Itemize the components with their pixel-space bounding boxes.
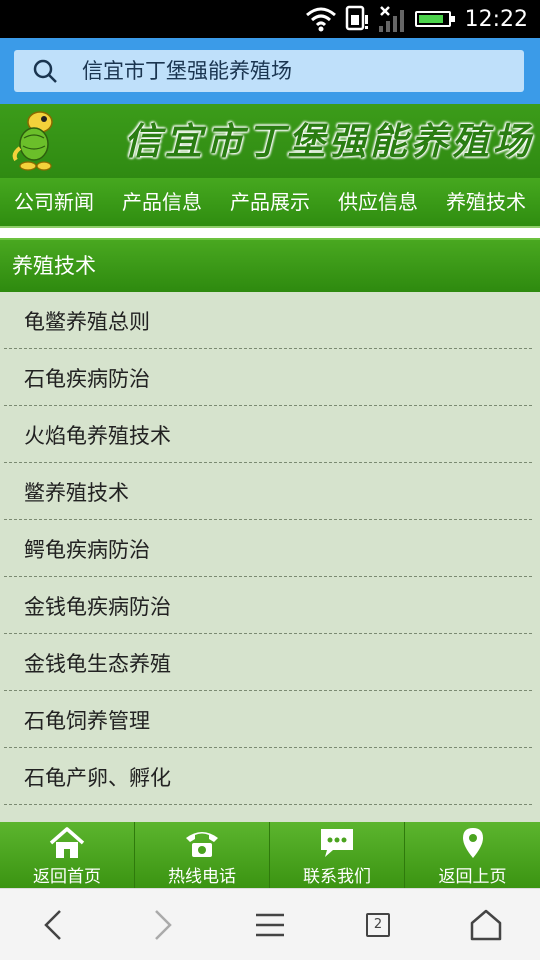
list-item[interactable]: 鳖养殖技术 <box>4 463 532 520</box>
wifi-icon <box>305 7 336 32</box>
sim-alert-icon <box>345 5 368 31</box>
hotline-button[interactable]: 热线电话 <box>135 822 270 888</box>
back-icon[interactable] <box>32 903 76 947</box>
search-icon[interactable] <box>32 58 58 84</box>
search-box[interactable]: 信宜市丁堡强能养殖场 <box>14 50 524 92</box>
contact-button[interactable]: 联系我们 <box>270 822 405 888</box>
menu-icon[interactable] <box>248 903 292 947</box>
status-icons: 12:22 <box>305 0 528 38</box>
battery-icon <box>414 11 455 27</box>
nav-item-supply-info[interactable]: 供应信息 <box>324 178 432 226</box>
location-pin-icon <box>462 828 483 858</box>
list-item[interactable]: 石龟产卵、孵化 <box>4 748 532 805</box>
hotline-button-label: 热线电话 <box>168 867 236 887</box>
nav-item-product-showcase[interactable]: 产品展示 <box>216 178 324 226</box>
list-item[interactable]: 龟鳖养殖总则 <box>4 292 532 349</box>
browser-nav-bar: 2 <box>0 888 540 960</box>
section-header: 养殖技术 <box>0 238 540 292</box>
list-item-label[interactable]: 鳖养殖技术 <box>24 463 129 520</box>
tabs-button[interactable]: 2 <box>356 903 400 947</box>
contact-button-label: 联系我们 <box>303 867 371 887</box>
list-item-label[interactable]: 石龟疾病防治 <box>24 349 150 406</box>
list-item[interactable]: 金钱龟疾病防治 <box>4 577 532 634</box>
list-item-label[interactable]: 石龟饲养管理 <box>24 691 150 748</box>
list-item[interactable]: 石龟饲养管理 <box>4 691 532 748</box>
chat-icon <box>321 829 353 857</box>
forward-icon[interactable] <box>140 903 184 947</box>
list-item-label[interactable]: 龟鳖养殖总则 <box>24 292 150 349</box>
home-button-label: 返回首页 <box>33 867 101 887</box>
list-item[interactable]: 火焰龟养殖技术 <box>4 406 532 463</box>
list-item-label[interactable]: 石龟产卵、孵化 <box>24 748 171 805</box>
back-page-button[interactable]: 返回上页 <box>405 822 540 888</box>
clock: 12:22 <box>464 6 528 32</box>
home-button[interactable]: 返回首页 <box>0 822 135 888</box>
site-banner: 信宜市丁堡强能养殖场 <box>0 104 540 178</box>
section-title: 养殖技术 <box>12 254 96 278</box>
banner-title: 信宜市丁堡强能养殖场 <box>124 119 534 163</box>
signal-icon <box>378 6 404 32</box>
nav-item-product-info[interactable]: 产品信息 <box>108 178 216 226</box>
turtle-mascot-logo <box>12 111 53 171</box>
list-item-label[interactable]: 金钱龟生态养殖 <box>24 634 171 691</box>
list-item[interactable]: 金钱龟生态养殖 <box>4 634 532 691</box>
home-icon[interactable] <box>464 903 508 947</box>
status-bar: 12:22 <box>0 0 540 38</box>
back-page-button-label: 返回上页 <box>438 867 507 887</box>
list-item-label[interactable]: 火焰龟养殖技术 <box>24 406 171 463</box>
tab-count: 2 <box>373 917 383 932</box>
search-bar: 信宜市丁堡强能养殖场 <box>0 38 540 104</box>
article-list: 龟鳖养殖总则 石龟疾病防治 火焰龟养殖技术 鳖养殖技术 鳄龟疾病防治 金钱龟疾病… <box>0 292 540 822</box>
nav-item-company-news[interactable]: 公司新闻 <box>0 178 108 226</box>
phone-icon <box>186 832 218 857</box>
home-icon <box>49 827 85 858</box>
list-item-label[interactable]: 鳄龟疾病防治 <box>24 520 150 577</box>
bottom-toolbar: 返回首页 热线电话 联系我们 返回上页 <box>0 822 540 888</box>
tabs-icon: 2 <box>366 913 390 937</box>
nav-item-breeding-tech[interactable]: 养殖技术 <box>432 178 540 226</box>
main-nav: 公司新闻 产品信息 产品展示 供应信息 养殖技术 <box>0 178 540 228</box>
list-item-label[interactable]: 金钱龟疾病防治 <box>24 577 171 634</box>
list-item[interactable]: 石龟疾病防治 <box>4 349 532 406</box>
list-item[interactable]: 鳄龟疾病防治 <box>4 520 532 577</box>
search-text[interactable]: 信宜市丁堡强能养殖场 <box>82 50 292 92</box>
